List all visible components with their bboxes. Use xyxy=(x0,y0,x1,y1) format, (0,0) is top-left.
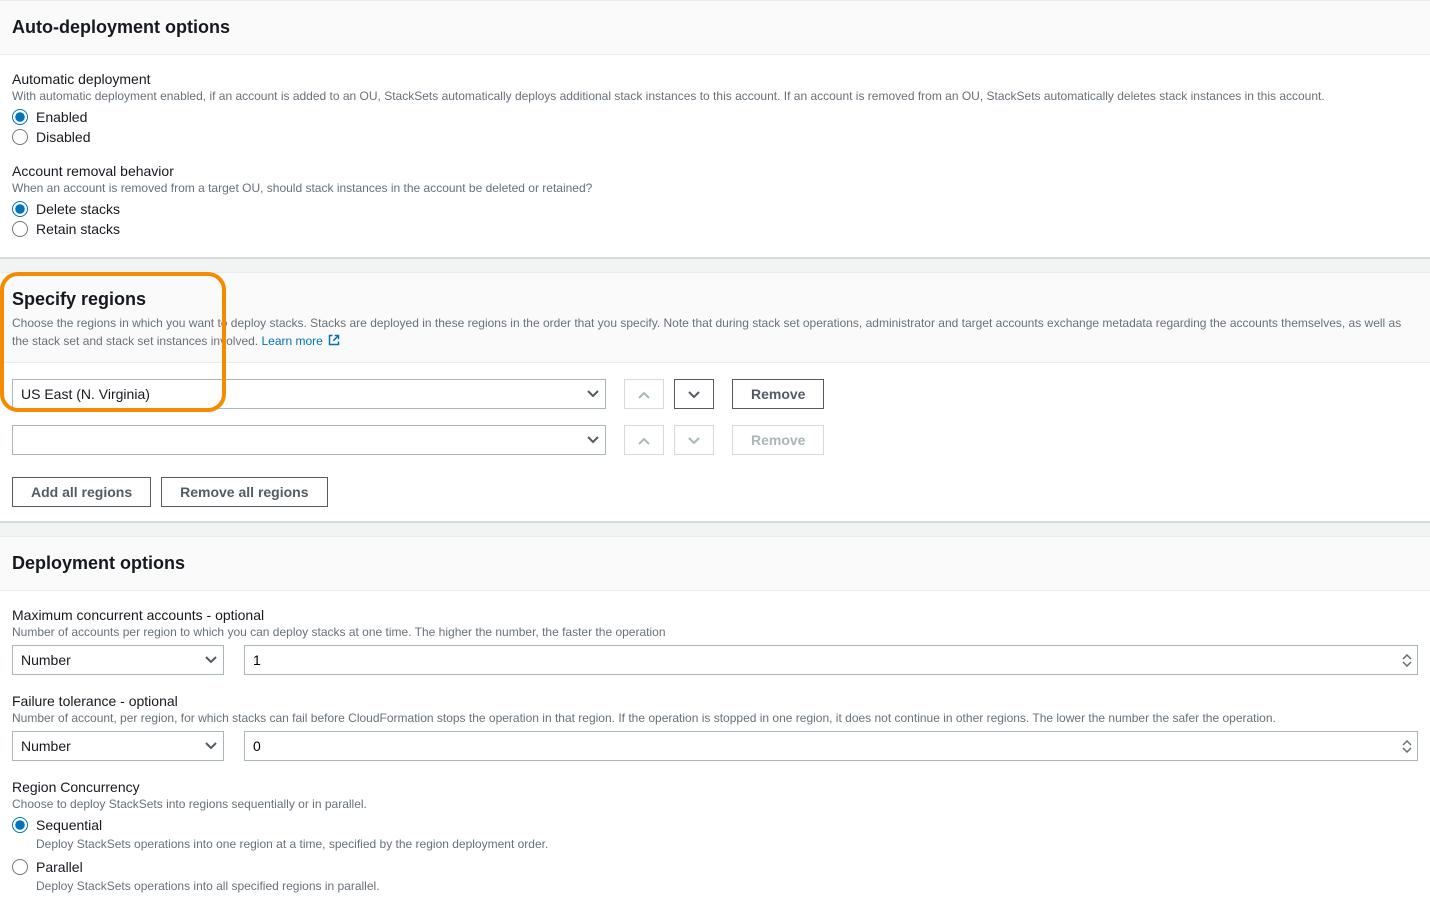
retain-stacks-radio[interactable] xyxy=(12,221,28,237)
specify-regions-help: Choose the regions in which you want to … xyxy=(12,314,1418,350)
region-concurrency-help: Choose to deploy StackSets into regions … xyxy=(12,797,1418,811)
auto-deployment-body: Automatic deployment With automatic depl… xyxy=(0,55,1430,258)
specify-regions-body: US East (N. Virginia) Remove xyxy=(0,363,1430,522)
region-concurrency-group: Region Concurrency Choose to deploy Stac… xyxy=(12,779,1418,893)
auto-deployment-header: Auto-deployment options xyxy=(0,0,1430,55)
number-stepper-icon[interactable] xyxy=(1402,650,1414,670)
region-row-1: US East (N. Virginia) Remove xyxy=(12,371,1418,417)
max-concurrent-input[interactable] xyxy=(244,645,1418,675)
deployment-options-body: Maximum concurrent accounts - optional N… xyxy=(0,591,1430,909)
caret-down-icon xyxy=(205,656,217,664)
parallel-help: Deploy StackSets operations into all spe… xyxy=(36,879,1418,893)
chevron-up-icon xyxy=(638,386,650,402)
move-up-button-1[interactable] xyxy=(624,379,664,409)
remove-region-button-2[interactable]: Remove xyxy=(732,425,824,455)
number-stepper-icon[interactable] xyxy=(1402,736,1414,756)
account-removal-group: Account removal behavior When an account… xyxy=(12,163,1418,237)
automatic-deployment-disabled-label: Disabled xyxy=(36,129,90,145)
chevron-up-icon xyxy=(638,432,650,448)
remove-all-regions-label: Remove all regions xyxy=(180,484,308,500)
learn-more-link[interactable]: Learn more xyxy=(261,334,340,348)
region-concurrency-label: Region Concurrency xyxy=(12,779,1418,795)
automatic-deployment-help: With automatic deployment enabled, if an… xyxy=(12,89,1418,103)
move-down-button-2[interactable] xyxy=(674,425,714,455)
failure-tolerance-label: Failure tolerance - optional xyxy=(12,693,1418,709)
automatic-deployment-disabled-radio[interactable] xyxy=(12,129,28,145)
deployment-options-title: Deployment options xyxy=(12,553,1418,574)
region-select-1[interactable]: US East (N. Virginia) xyxy=(12,379,606,409)
max-concurrent-group: Maximum concurrent accounts - optional N… xyxy=(12,607,1418,675)
specify-regions-title: Specify regions xyxy=(12,289,1418,310)
learn-more-text: Learn more xyxy=(261,334,322,348)
failure-tolerance-group: Failure tolerance - optional Number of a… xyxy=(12,693,1418,761)
parallel-label: Parallel xyxy=(36,859,83,875)
chevron-down-icon xyxy=(688,386,700,402)
automatic-deployment-group: Automatic deployment With automatic depl… xyxy=(12,71,1418,145)
account-removal-label: Account removal behavior xyxy=(12,163,1418,179)
delete-stacks-radio[interactable] xyxy=(12,201,28,217)
caret-down-icon xyxy=(205,742,217,750)
max-concurrent-label: Maximum concurrent accounts - optional xyxy=(12,607,1418,623)
parallel-radio[interactable] xyxy=(12,859,28,875)
failure-tolerance-help: Number of account, per region, for which… xyxy=(12,711,1418,725)
automatic-deployment-enabled-label: Enabled xyxy=(36,109,87,125)
remove-region-label-2: Remove xyxy=(751,432,805,448)
sequential-help: Deploy StackSets operations into one reg… xyxy=(36,837,1418,851)
delete-stacks-label: Delete stacks xyxy=(36,201,120,217)
sequential-radio[interactable] xyxy=(12,817,28,833)
auto-deployment-title: Auto-deployment options xyxy=(12,17,1418,38)
max-concurrent-help: Number of accounts per region to which y… xyxy=(12,625,1418,639)
sequential-label: Sequential xyxy=(36,817,102,833)
chevron-down-icon xyxy=(688,432,700,448)
add-all-regions-button[interactable]: Add all regions xyxy=(12,477,151,507)
caret-down-icon xyxy=(587,436,599,444)
region-row-2: Remove xyxy=(12,417,1418,463)
failure-tolerance-type-select[interactable]: Number xyxy=(12,731,224,761)
failure-tolerance-input[interactable] xyxy=(244,731,1418,761)
move-up-button-2[interactable] xyxy=(624,425,664,455)
retain-stacks-label: Retain stacks xyxy=(36,221,120,237)
specify-regions-header: Specify regions Choose the regions in wh… xyxy=(0,272,1430,363)
account-removal-help: When an account is removed from a target… xyxy=(12,181,1418,195)
add-all-regions-label: Add all regions xyxy=(31,484,132,500)
remove-region-label-1: Remove xyxy=(751,386,805,402)
remove-region-button-1[interactable]: Remove xyxy=(732,379,824,409)
remove-all-regions-button[interactable]: Remove all regions xyxy=(161,477,327,507)
max-concurrent-type-select[interactable]: Number xyxy=(12,645,224,675)
region-select-1-value: US East (N. Virginia) xyxy=(21,386,150,402)
move-down-button-1[interactable] xyxy=(674,379,714,409)
external-link-icon xyxy=(328,333,340,345)
automatic-deployment-label: Automatic deployment xyxy=(12,71,1418,87)
deployment-options-header: Deployment options xyxy=(0,536,1430,591)
max-concurrent-type-value: Number xyxy=(21,652,71,668)
region-select-2[interactable] xyxy=(12,425,606,455)
specify-regions-help-text: Choose the regions in which you want to … xyxy=(12,316,1401,348)
failure-tolerance-type-value: Number xyxy=(21,738,71,754)
automatic-deployment-enabled-radio[interactable] xyxy=(12,109,28,125)
caret-down-icon xyxy=(587,390,599,398)
